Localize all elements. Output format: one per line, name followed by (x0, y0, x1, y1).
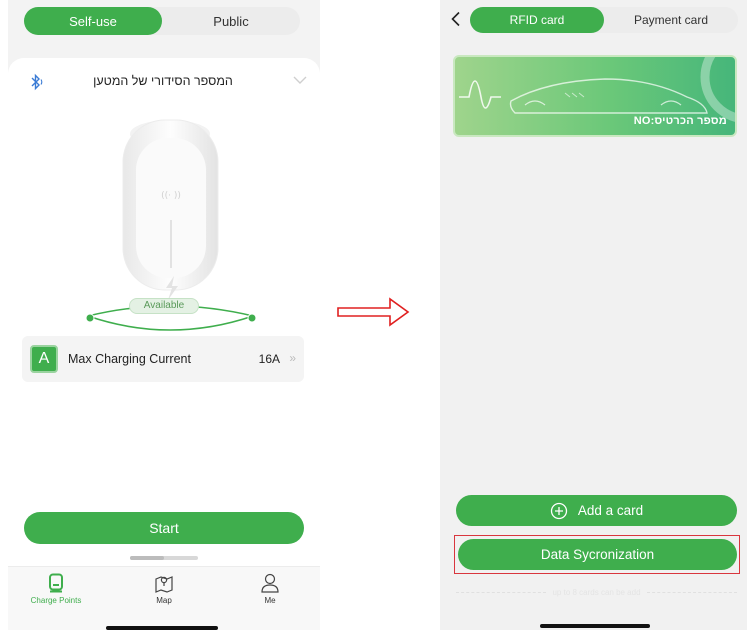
nav-label-me: Me (264, 596, 276, 605)
data-sync-button[interactable]: Data Sycronization (458, 539, 737, 570)
card-limit-note: up to 8 cards can be add (456, 586, 737, 598)
back-arrow-icon[interactable] (450, 11, 462, 27)
start-button[interactable]: Start (24, 512, 304, 544)
current-setting-icon: A (30, 345, 58, 373)
nav-label-map: Map (156, 596, 172, 605)
charger-mode-tabs: Self-use Public (24, 7, 300, 35)
right-phone-screen: RFID card Payment card מספר הכרטיס:NO Ad… (440, 0, 747, 630)
nav-label-charge-points: Charge Points (30, 596, 82, 605)
max-current-setting-row[interactable]: A Max Charging Current 16A » (22, 336, 304, 382)
card-type-tabs: RFID card Payment card (470, 7, 738, 33)
left-phone-screen: Self-use Public המספר הסידורי של המטען (… (8, 0, 320, 630)
flow-arrow-icon (337, 297, 410, 327)
tab-public[interactable]: Public (162, 7, 300, 35)
current-setting-label: Max Charging Current (68, 352, 191, 366)
card-number-label: מספר הכרטיס:NO (633, 115, 727, 127)
chevron-down-icon[interactable] (292, 74, 308, 86)
map-icon (155, 576, 173, 593)
add-card-button[interactable]: Add a card (456, 495, 737, 526)
tab-rfid-card[interactable]: RFID card (470, 7, 604, 33)
tab-self-use[interactable]: Self-use (24, 7, 162, 35)
chevron-right-icon: » (289, 351, 296, 365)
bluetooth-icon[interactable] (26, 72, 46, 92)
add-card-label: Add a card (577, 503, 644, 518)
svg-text:((· )): ((· )) (161, 191, 181, 201)
charger-serial-label: המספר הסידורי של המטען (93, 74, 233, 88)
nav-map[interactable]: Map (124, 573, 204, 605)
charger-icon (49, 573, 63, 593)
home-indicator (540, 624, 650, 628)
divider (456, 591, 547, 593)
page-indicator (130, 556, 198, 560)
charger-card: המספר הסידורי של המטען ((· )) Available … (8, 58, 320, 568)
plus-circle-icon (550, 502, 567, 519)
nav-charge-points[interactable]: Charge Points (16, 573, 96, 605)
card-limit-text: up to 8 cards can be add (552, 587, 641, 597)
nav-me[interactable]: Me (230, 573, 310, 605)
bottom-navigation: Charge Points Map Me (8, 566, 320, 630)
rfid-card[interactable]: מספר הכרטיס:NO (453, 55, 737, 137)
home-indicator (106, 626, 218, 630)
current-setting-value: 16A (258, 352, 280, 366)
header-separator (8, 40, 320, 58)
divider (646, 591, 737, 593)
status-badge: Available (129, 298, 199, 314)
tab-payment-card[interactable]: Payment card (604, 7, 738, 33)
person-icon (261, 573, 279, 593)
